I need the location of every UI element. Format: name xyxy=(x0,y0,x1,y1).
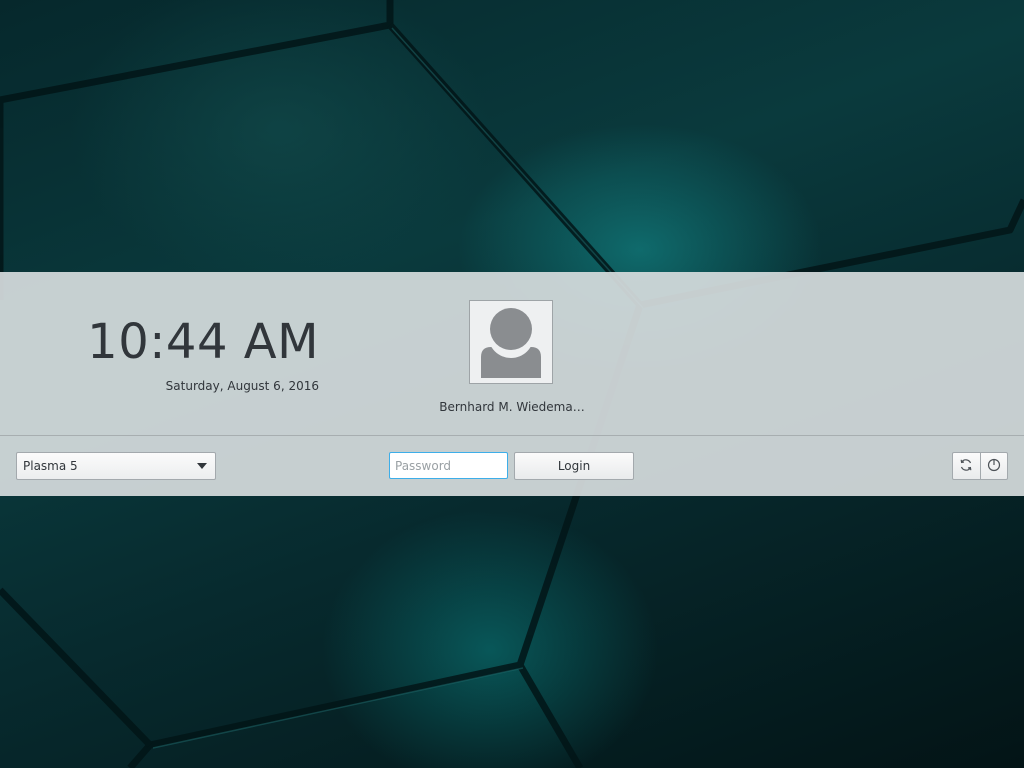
user-avatar[interactable] xyxy=(469,300,553,384)
user-name: Bernhard M. Wiedema… xyxy=(439,400,585,414)
clock-date: Saturday, August 6, 2016 xyxy=(165,379,319,393)
session-select-value: Plasma 5 xyxy=(23,459,78,473)
user-avatar-icon xyxy=(470,301,552,383)
power-actions xyxy=(952,452,1008,480)
switch-user-button[interactable] xyxy=(953,453,980,479)
clock-time: 10:44 AM xyxy=(87,314,319,370)
refresh-icon xyxy=(959,457,973,476)
shutdown-button[interactable] xyxy=(979,453,1008,479)
panel-divider xyxy=(0,435,1024,436)
chevron-down-icon xyxy=(197,463,207,469)
password-input[interactable] xyxy=(389,452,508,479)
login-button[interactable]: Login xyxy=(514,452,634,480)
power-icon xyxy=(987,457,1001,476)
session-select[interactable]: Plasma 5 xyxy=(16,452,216,480)
login-screen: 10:44 AM Saturday, August 6, 2016 Bernha… xyxy=(0,0,1024,768)
login-panel: 10:44 AM Saturday, August 6, 2016 Bernha… xyxy=(0,272,1024,496)
